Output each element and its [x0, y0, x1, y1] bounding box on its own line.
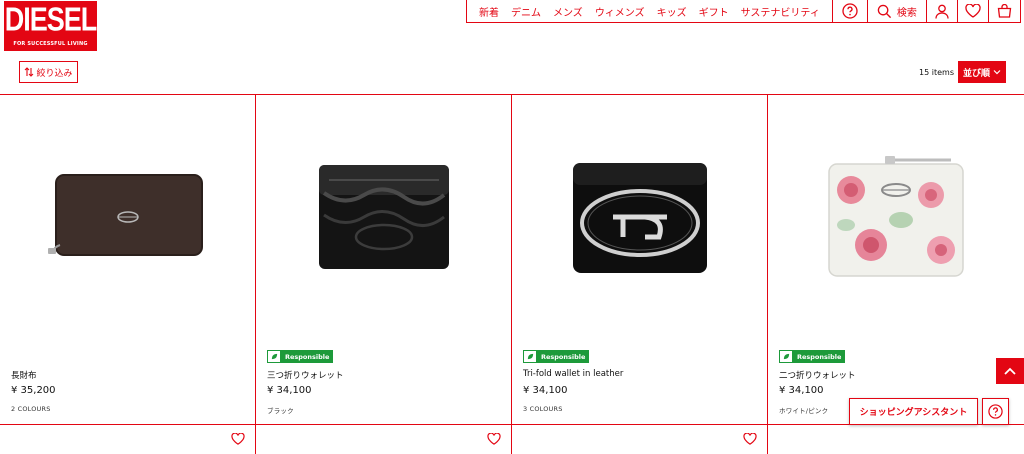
wishlist-button[interactable]	[958, 0, 989, 22]
sort-label: 並び順	[962, 68, 990, 79]
product-colour: ホワイト/ピンク	[779, 407, 829, 415]
cart-button[interactable]	[989, 0, 1020, 22]
product-card[interactable]: Responsible Tri-fold wallet in leather ¥…	[512, 95, 768, 425]
product-grid: 長財布 ¥ 35,200 2 COLOURS Responsible 三つ折りウ…	[0, 94, 1024, 425]
product-card[interactable]: Responsible 三つ折りウォレット ¥ 34,100 ブラック	[256, 95, 512, 425]
responsible-label: Responsible	[793, 350, 846, 363]
product-colour: ブラック	[267, 407, 294, 415]
nav-link-women[interactable]: ウィメンズ	[595, 4, 645, 19]
help-button[interactable]	[833, 0, 868, 22]
responsible-badge: Responsible	[523, 350, 590, 363]
search-icon	[877, 4, 891, 18]
product-name[interactable]: 三つ折りウォレット	[267, 369, 344, 381]
chevron-up-icon	[1004, 367, 1016, 375]
product-name[interactable]: Tri-fold wallet in leather	[523, 369, 623, 379]
black-trifold-wallet-image	[318, 165, 449, 269]
help-icon	[988, 404, 1003, 419]
product-image[interactable]	[512, 125, 767, 305]
product-price: ¥ 34,100	[779, 385, 824, 396]
filter-button[interactable]: 絞り込み	[19, 61, 78, 83]
product-image[interactable]	[0, 125, 255, 305]
top-navigation: 新着 デニム メンズ ウィメンズ キッズ ギフト サステナビリティ 検索	[466, 0, 1021, 23]
sort-button[interactable]: 並び順	[958, 61, 1006, 83]
product-image[interactable]	[256, 125, 511, 305]
nav-link-men[interactable]: メンズ	[553, 4, 583, 19]
product-grid-next-row	[0, 425, 1024, 454]
nav-link-denim[interactable]: デニム	[511, 4, 541, 19]
product-price: ¥ 34,100	[267, 385, 312, 396]
nav-link-kids[interactable]: キッズ	[657, 4, 687, 19]
wishlist-heart-icon[interactable]	[487, 433, 501, 445]
assistant-help-button[interactable]	[982, 398, 1009, 425]
product-image[interactable]	[768, 125, 1024, 305]
filter-label: 絞り込み	[36, 68, 73, 79]
logo-tagline: FOR SUCCESSFUL LIVING	[13, 41, 88, 47]
item-count: 15 items	[919, 68, 954, 77]
account-icon	[935, 4, 949, 19]
product-card[interactable]: 長財布 ¥ 35,200 2 COLOURS	[0, 95, 256, 425]
search-button[interactable]: 検索	[868, 0, 927, 22]
account-button[interactable]	[927, 0, 958, 22]
scroll-to-top-button[interactable]	[996, 358, 1024, 384]
logo-wordmark: DIESEL	[4, 0, 98, 38]
product-card[interactable]: Responsible 二つ折りウォレット ¥ 34,100 ホワイト/ピンク	[768, 95, 1024, 425]
nav-link-gift[interactable]: ギフト	[699, 4, 729, 19]
leaf-icon	[523, 350, 537, 363]
cart-icon	[997, 4, 1012, 18]
help-icon	[842, 3, 858, 19]
chevron-down-icon	[993, 70, 1001, 75]
nav-link-new[interactable]: 新着	[479, 4, 499, 19]
floral-bifold-wallet-image	[828, 156, 964, 277]
responsible-label: Responsible	[537, 350, 590, 363]
product-price: ¥ 34,100	[523, 385, 568, 396]
responsible-label: Responsible	[281, 350, 334, 363]
product-card[interactable]	[512, 425, 768, 454]
responsible-badge: Responsible	[267, 350, 334, 363]
sort-arrows-icon	[25, 67, 34, 77]
leaf-icon	[779, 350, 793, 363]
product-price: ¥ 35,200	[11, 385, 56, 396]
product-name[interactable]: 二つ折りウォレット	[779, 369, 856, 381]
product-colours: 2 COLOURS	[11, 405, 51, 413]
product-card[interactable]	[768, 425, 1024, 454]
product-card[interactable]	[256, 425, 512, 454]
product-colours: 3 COLOURS	[523, 405, 563, 413]
black-oval-d-wallet-image	[572, 163, 707, 273]
brown-long-wallet-image	[47, 174, 203, 256]
wishlist-icon	[965, 4, 981, 18]
category-links: 新着 デニム メンズ ウィメンズ キッズ ギフト サステナビリティ	[467, 0, 833, 22]
leaf-icon	[267, 350, 281, 363]
product-name[interactable]: 長財布	[11, 369, 37, 381]
wishlist-heart-icon[interactable]	[231, 433, 245, 445]
wishlist-heart-icon[interactable]	[743, 433, 757, 445]
responsible-badge: Responsible	[779, 350, 846, 363]
product-card[interactable]	[0, 425, 256, 454]
shopping-assistant-button[interactable]: ショッピングアシスタント	[849, 398, 978, 425]
diesel-logo[interactable]: DIESEL FOR SUCCESSFUL LIVING	[4, 0, 98, 51]
search-label: 検索	[896, 7, 917, 19]
nav-link-sustainability[interactable]: サステナビリティ	[741, 4, 820, 19]
